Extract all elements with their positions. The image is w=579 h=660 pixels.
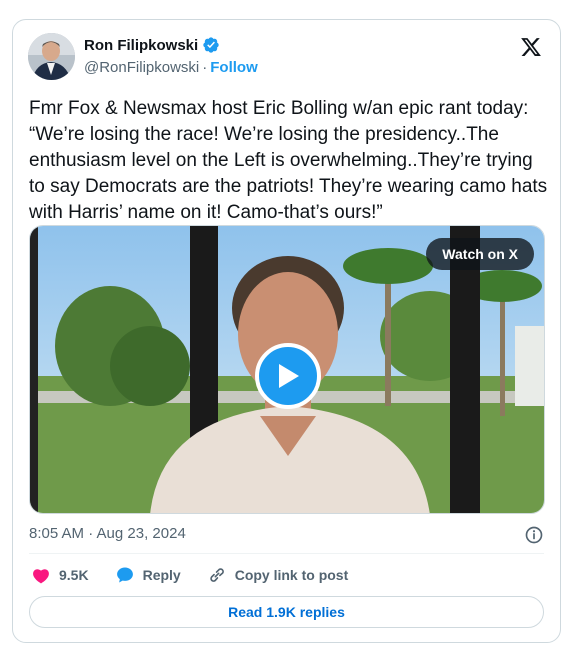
heart-icon — [33, 569, 49, 584]
reply-button[interactable]: Reply — [115, 565, 181, 585]
play-button[interactable] — [255, 343, 321, 409]
author-handle-row: @RonFilipkowski · Follow — [84, 59, 258, 76]
author-handle[interactable]: @RonFilipkowski — [84, 59, 199, 76]
info-icon[interactable] — [524, 525, 544, 545]
verified-badge-icon — [203, 37, 219, 53]
copy-link-button[interactable]: Copy link to post — [207, 565, 349, 585]
author-name[interactable]: Ron Filipkowski — [84, 37, 198, 54]
tweet-card: Ron Filipkowski @RonFilipkowski · Follow F… — [12, 19, 561, 643]
like-button[interactable]: 9.5K — [31, 565, 89, 585]
x-logo-icon[interactable] — [520, 36, 542, 58]
divider — [29, 553, 544, 554]
reply-label: Reply — [142, 567, 181, 583]
tweet-timestamp[interactable]: 8:05 AM · Aug 23, 2024 — [29, 525, 186, 542]
watch-on-x-button[interactable]: Watch on X — [426, 238, 534, 270]
follow-link[interactable]: Follow — [210, 59, 258, 76]
play-icon — [279, 364, 299, 388]
like-count: 9.5K — [59, 567, 89, 583]
avatar[interactable] — [28, 33, 75, 80]
tweet-text: Fmr Fox & Newsmax host Eric Bolling w/an… — [29, 98, 553, 223]
link-icon — [209, 568, 224, 582]
reply-icon — [116, 567, 133, 583]
copy-link-label: Copy link to post — [234, 567, 349, 583]
read-replies-button[interactable]: Read 1.9K replies — [29, 596, 544, 628]
author-name-row: Ron Filipkowski — [84, 36, 220, 54]
video-player[interactable]: Watch on X — [29, 225, 545, 514]
action-bar: 9.5K Reply Copy link to post — [31, 565, 374, 585]
separator-dot: · — [202, 59, 208, 76]
